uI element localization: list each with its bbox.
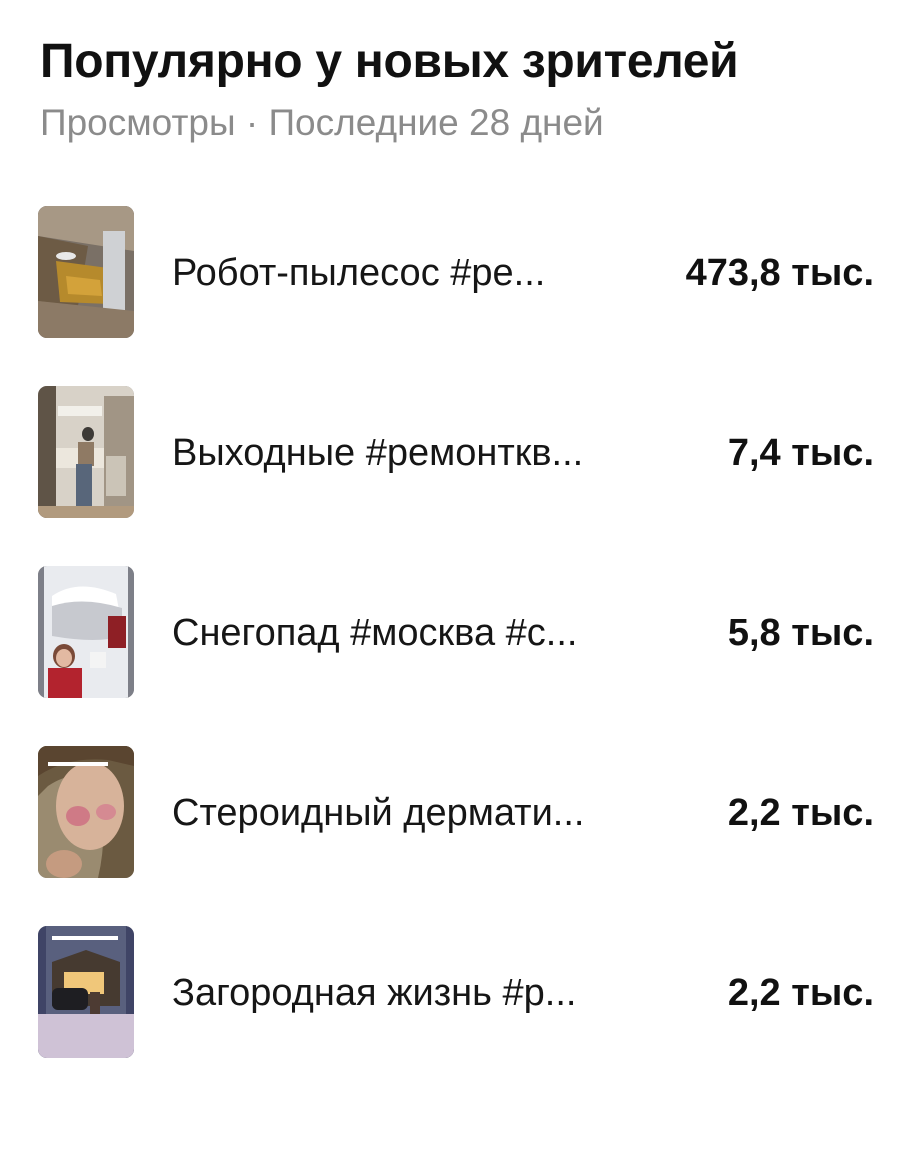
video-title: Стероидный дермати... [172,792,585,834]
section-title: Популярно у новых зрителей [40,35,739,88]
video-title: Загородная жизнь #р... [172,972,577,1014]
section-header: Популярно у новых зрителей Просмотры · П… [40,30,880,147]
section-subtitle: Просмотры · Последние 28 дней [40,102,604,143]
video-title: Снегопад #москва #с... [172,612,578,654]
video-thumbnail-icon [38,206,134,338]
video-views: 473,8 тыс. [685,252,874,294]
video-views: 2,2 тыс. [727,972,874,1014]
video-thumbnail[interactable] [38,926,134,1058]
video-thumbnail-icon [38,386,134,518]
video-title: Выходные #ремонткв... [172,432,584,474]
video-thumbnail-icon [38,566,134,698]
video-thumbnail-icon [38,746,134,878]
video-thumbnail[interactable] [38,386,134,518]
popular-videos-list: Робот-пылесос #ре... 473,8 тыс. Выходные… [38,206,880,1106]
video-views: 2,2 тыс. [727,792,874,834]
video-title: Робот-пылесос #ре... [172,252,546,294]
video-row[interactable]: Стероидный дермати... 2,2 тыс. [38,746,880,878]
video-thumbnail[interactable] [38,566,134,698]
video-row[interactable]: Робот-пылесос #ре... 473,8 тыс. [38,206,880,338]
video-thumbnail[interactable] [38,206,134,338]
video-views: 7,4 тыс. [727,432,874,474]
video-thumbnail[interactable] [38,746,134,878]
video-thumbnail-icon [38,926,134,1058]
video-row[interactable]: Выходные #ремонткв... 7,4 тыс. [38,386,880,518]
video-views: 5,8 тыс. [727,612,874,654]
video-row[interactable]: Загородная жизнь #р... 2,2 тыс. [38,926,880,1058]
video-row[interactable]: Снегопад #москва #с... 5,8 тыс. [38,566,880,698]
